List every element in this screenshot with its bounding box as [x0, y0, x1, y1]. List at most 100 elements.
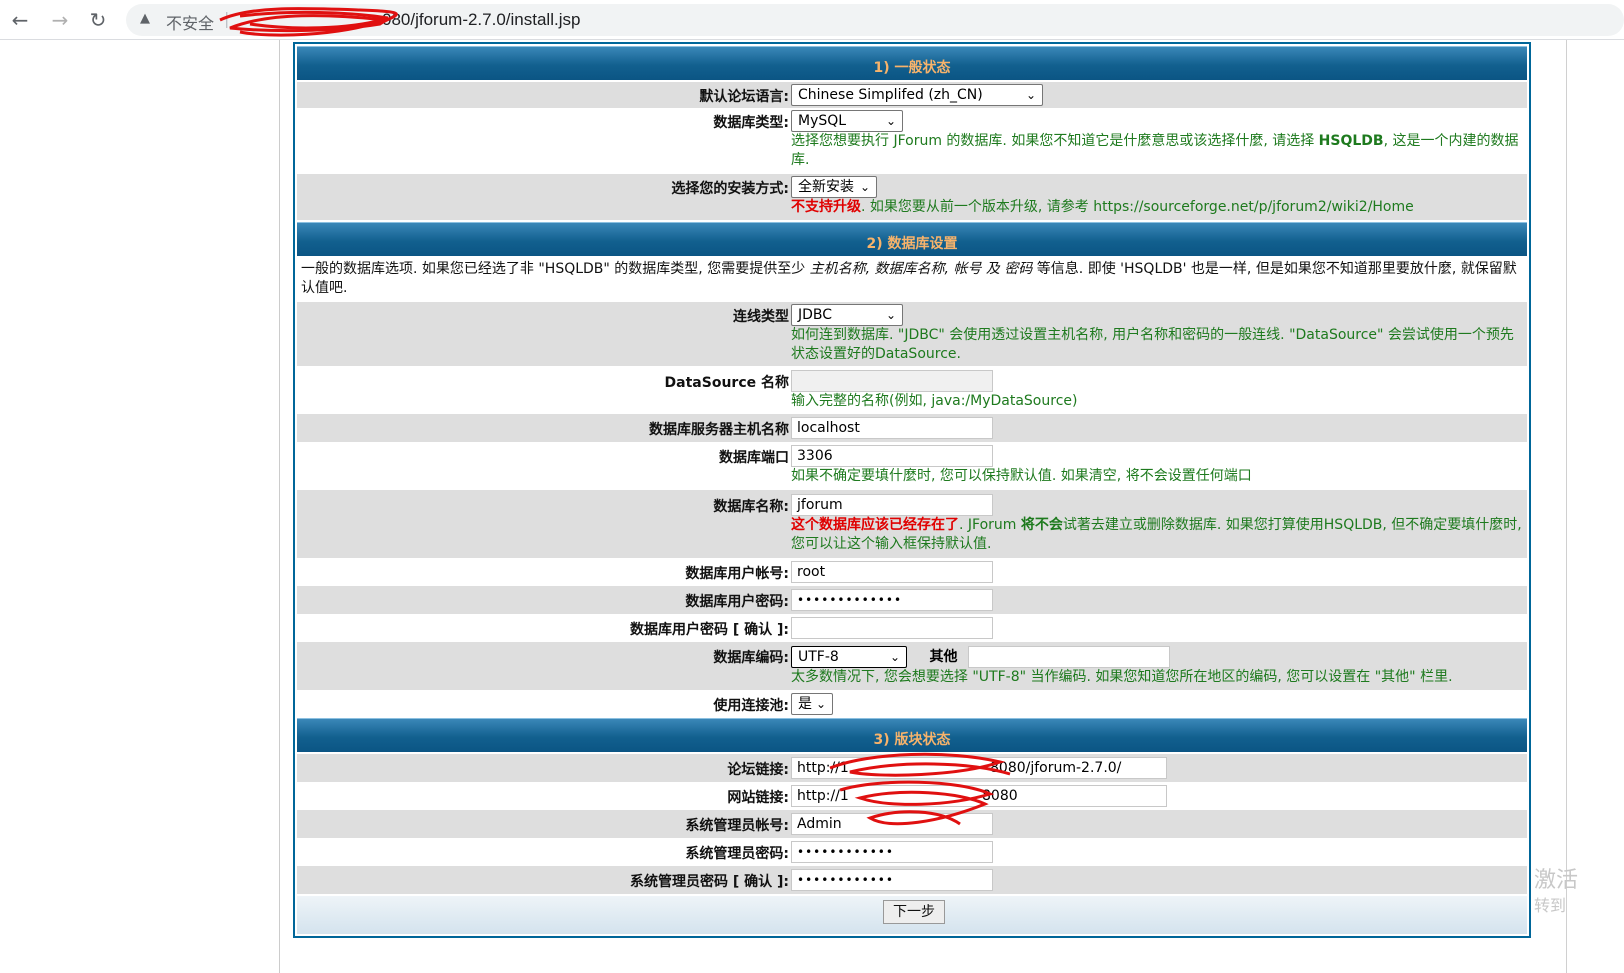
row-dbtype: 数据库类型: MySQL ⌄ 选择您想要执行 JForum 的数据库. 如果您不…: [297, 108, 1527, 174]
section-board-header: 3) 版块状态: [297, 718, 1527, 752]
db-host-input[interactable]: localhost: [791, 417, 993, 439]
install-type-select-value: 全新安装: [798, 179, 854, 195]
db-port-label: 数据库端口: [719, 450, 789, 466]
connection-pool-select-value: 是: [798, 696, 812, 712]
row-db-encoding: 数据库编码: UTF-8 ⌄ 其他 太多数情况下, 您会想要选择 "UTF-8"…: [297, 642, 1527, 690]
row-db-intro: 一般的数据库选项. 如果您已经选了非 "HSQLDB" 的数据库类型, 您需要提…: [297, 258, 1527, 300]
datasource-input[interactable]: [791, 370, 993, 392]
browser-toolbar: ← → ↻ ▲ 不安全 | 080/jforum-2.7.0/install.j…: [0, 0, 1624, 40]
db-name-help-warning: 这个数据库应该已经存在了: [791, 517, 959, 533]
db-password-confirm-label: 数据库用户密码 [ 确认 ]:: [629, 622, 789, 638]
db-user-label: 数据库用户帐号:: [685, 566, 789, 582]
db-password-label: 数据库用户密码:: [685, 594, 789, 610]
db-encoding-label: 数据库编码:: [713, 650, 789, 666]
admin-password-confirm-input[interactable]: ••••••••••••: [791, 869, 993, 891]
watermark-line1: 激活: [1534, 868, 1579, 893]
section-database-title: 2) 数据库设置: [866, 236, 958, 252]
section-general-title: 1) 一般状态: [873, 60, 951, 76]
admin-password-label: 系统管理员密码:: [685, 846, 789, 862]
dbtype-help: 选择您想要执行 JForum 的数据库. 如果您不知道它是什麼意思或该选择什麼,…: [791, 132, 1525, 170]
datasource-help: 输入完整的名称(例如, java:/MyDataSource): [791, 393, 1078, 409]
row-db-password: 数据库用户密码: •••••••••••••: [297, 586, 1527, 614]
dbtype-help-text: 选择您想要执行 JForum 的数据库. 如果您不知道它是什麼意思或该选择什麼,…: [791, 133, 1319, 149]
section-general-header: 1) 一般状态: [297, 46, 1527, 80]
row-install-type: 选择您的安装方式: 全新安装 ⌄ 不支持升级. 如果您要从前一个版本升级, 请参…: [297, 174, 1527, 220]
insecure-label[interactable]: 不安全: [166, 10, 214, 34]
admin-user-input[interactable]: Admin: [791, 813, 993, 835]
db-name-help: 这个数据库应该已经存在了. JForum 将不会试著去建立或删除数据库. 如果您…: [791, 516, 1525, 554]
database-intro-emphasis: 主机名称, 数据库名称, 帐号 及 密码: [809, 261, 1033, 277]
next-button[interactable]: 下一步: [883, 900, 945, 924]
chevron-down-icon: ⌄: [885, 308, 896, 322]
form-footer: 下一步: [297, 896, 1527, 934]
admin-password-input[interactable]: ••••••••••••: [791, 841, 993, 863]
row-connection-type: 连线类型 JDBC ⌄ 如何连到数据库. "JDBC" 会使用透过设置主机名称,…: [297, 302, 1527, 366]
row-language: 默认论坛语言: Chinese Simplifed (zh_CN) ⌄: [297, 82, 1527, 108]
db-user-input[interactable]: root: [791, 561, 993, 583]
connection-type-select[interactable]: JDBC ⌄: [791, 304, 903, 326]
forum-link-label: 论坛链接:: [727, 762, 789, 778]
dbtype-select[interactable]: MySQL ⌄: [791, 110, 903, 132]
connection-type-label: 连线类型: [733, 309, 789, 325]
section-database-header: 2) 数据库设置: [297, 222, 1527, 256]
db-name-label: 数据库名称:: [713, 499, 789, 515]
site-link-label: 网站链接:: [727, 790, 789, 806]
chevron-down-icon: ⌄: [889, 650, 900, 664]
row-datasource: DataSource 名称 输入完整的名称(例如, java:/MyDataSo…: [297, 366, 1527, 414]
database-intro: 一般的数据库选项. 如果您已经选了非 "HSQLDB" 的数据库类型, 您需要提…: [301, 260, 1523, 298]
db-encoding-other-input[interactable]: [967, 646, 1170, 668]
url-separator: |: [224, 9, 230, 28]
db-encoding-select-value: UTF-8: [798, 649, 839, 665]
page-left-border: [279, 40, 280, 973]
install-type-help-text: . 如果您要从前一个版本升级, 请参考 https://sourceforge.…: [861, 199, 1414, 215]
row-db-name: 数据库名称: jforum 这个数据库应该已经存在了. JForum 将不会试著…: [297, 490, 1527, 558]
row-forum-link: 论坛链接: http://1 8080/jforum-2.7.0/: [297, 754, 1527, 782]
chevron-down-icon: ⌄: [859, 180, 870, 194]
forum-link-value: http://1: [797, 760, 849, 776]
page-right-border: [1566, 40, 1567, 973]
site-link-input[interactable]: http://1 8080: [791, 785, 1167, 807]
section-board-title: 3) 版块状态: [873, 732, 951, 748]
db-encoding-select[interactable]: UTF-8 ⌄: [791, 646, 907, 668]
reload-icon[interactable]: ↻: [86, 8, 110, 32]
dbtype-select-value: MySQL: [798, 113, 847, 129]
watermark-line2: 转到: [1534, 896, 1567, 915]
url-text[interactable]: 080/jforum-2.7.0/install.jsp: [382, 10, 580, 30]
chevron-down-icon: ⌄: [1025, 88, 1036, 102]
dbtype-label: 数据库类型:: [713, 115, 789, 131]
db-name-input[interactable]: jforum: [791, 494, 993, 516]
forum-link-value-tail: 8080/jforum-2.7.0/: [990, 760, 1122, 776]
install-type-help-warning: 不支持升级: [791, 199, 861, 215]
forum-link-input[interactable]: http://1 8080/jforum-2.7.0/: [791, 757, 1167, 779]
row-admin-password-confirm: 系统管理员密码 [ 确认 ]: ••••••••••••: [297, 866, 1527, 894]
db-encoding-other-label: 其他: [929, 649, 958, 665]
site-link-value: http://1: [797, 788, 849, 804]
row-db-password-confirm: 数据库用户密码 [ 确认 ]:: [297, 614, 1527, 642]
db-port-input[interactable]: 3306: [791, 445, 993, 467]
connection-type-help: 如何连到数据库. "JDBC" 会使用透过设置主机名称, 用户名称和密码的一般连…: [791, 327, 1514, 362]
row-connection-pool: 使用连接池: 是 ⌄: [297, 690, 1527, 718]
db-password-input[interactable]: •••••••••••••: [791, 589, 993, 611]
db-host-label: 数据库服务器主机名称: [649, 422, 789, 438]
chevron-down-icon: ⌄: [885, 114, 896, 128]
language-select-value: Chinese Simplifed (zh_CN): [798, 87, 983, 103]
admin-user-label: 系统管理员帐号:: [685, 818, 789, 834]
address-bar[interactable]: ▲ 不安全 | 080/jforum-2.7.0/install.jsp: [126, 4, 1624, 36]
language-label: 默认论坛语言:: [699, 89, 789, 105]
row-admin-user: 系统管理员帐号: Admin: [297, 810, 1527, 838]
site-link-value-tail: 8080: [982, 788, 1018, 804]
db-password-confirm-input[interactable]: [791, 617, 993, 639]
row-site-link: 网站链接: http://1 8080: [297, 782, 1527, 810]
forward-arrow-icon[interactable]: →: [48, 8, 72, 32]
datasource-label: DataSource 名称: [664, 375, 789, 391]
back-arrow-icon[interactable]: ←: [8, 8, 32, 32]
connection-pool-select[interactable]: 是 ⌄: [791, 693, 833, 715]
row-db-host: 数据库服务器主机名称 localhost: [297, 414, 1527, 442]
database-intro-text: 一般的数据库选项. 如果您已经选了非 "HSQLDB" 的数据库类型, 您需要提…: [301, 261, 810, 277]
row-admin-password: 系统管理员密码: ••••••••••••: [297, 838, 1527, 866]
language-select[interactable]: Chinese Simplifed (zh_CN) ⌄: [791, 84, 1043, 106]
install-type-label: 选择您的安装方式:: [671, 181, 789, 197]
connection-pool-label: 使用连接池:: [713, 698, 789, 714]
warning-icon[interactable]: ▲: [140, 11, 150, 26]
install-type-select[interactable]: 全新安装 ⌄: [791, 176, 877, 198]
